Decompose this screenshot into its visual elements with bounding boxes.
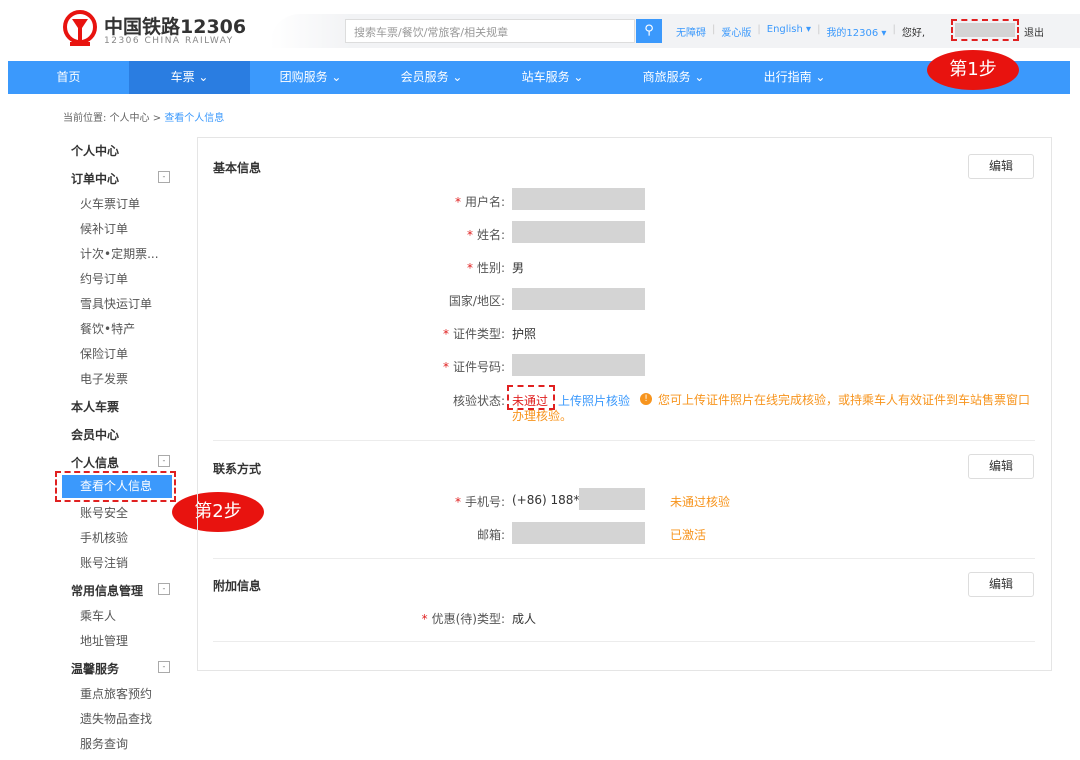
sidebar-item[interactable]: 服务查询 xyxy=(80,735,128,752)
sidebar-service[interactable]: 温馨服务 xyxy=(71,660,119,677)
edit-extra-button[interactable]: 编辑 xyxy=(968,572,1034,597)
verify-notice: 您可上传证件照片在线完成核验，或持乘车人有效证件到车站售票窗口办理核验。 xyxy=(512,393,1031,423)
discount-type-value: 成人 xyxy=(512,612,537,626)
sidebar-personal-info[interactable]: 个人信息 xyxy=(71,454,119,471)
id-type-label: * 证件类型: xyxy=(442,327,505,341)
breadcrumb-current: 查看个人信息 xyxy=(164,113,225,124)
search-button[interactable]: ⚲ xyxy=(636,19,662,43)
sidebar-member-center[interactable]: 会员中心 xyxy=(71,426,119,443)
redacted-username xyxy=(955,23,1015,37)
my-12306-link[interactable]: 我的12306 ▾ xyxy=(826,24,886,39)
username-label: * 用户名: xyxy=(454,195,505,209)
nav-business[interactable]: 商旅服务 ⌄ xyxy=(613,61,734,94)
sidebar-item[interactable]: 重点旅客预约 xyxy=(80,685,152,702)
collapse-icon[interactable]: - xyxy=(158,455,170,467)
nav-guide[interactable]: 出行指南 ⌄ xyxy=(734,61,855,94)
search-icon: ⚲ xyxy=(644,23,654,38)
sidebar-item[interactable]: 保险订单 xyxy=(80,345,128,362)
phone-redacted xyxy=(579,488,645,510)
search-input[interactable]: 搜索车票/餐饮/常旅客/相关规章 xyxy=(345,19,635,43)
discount-type-label: * 优惠(待)类型: xyxy=(421,612,505,626)
collapse-icon[interactable]: - xyxy=(158,171,170,183)
breadcrumb-prefix: 当前位置: xyxy=(63,113,107,124)
sidebar-item[interactable]: 约号订单 xyxy=(80,270,128,287)
country-value-redacted xyxy=(512,288,645,310)
collapse-icon[interactable]: - xyxy=(158,583,170,595)
sidebar-item[interactable]: 火车票订单 xyxy=(80,195,140,212)
breadcrumb: 当前位置: 个人中心 > 查看个人信息 xyxy=(63,109,224,124)
name-label: * 姓名: xyxy=(466,228,505,242)
edit-contact-button[interactable]: 编辑 xyxy=(968,454,1034,479)
id-number-redacted xyxy=(512,354,645,376)
nav-group[interactable]: 团购服务 ⌄ xyxy=(250,61,371,94)
greeting: 您好, xyxy=(901,28,926,39)
nav-tickets[interactable]: 车票 ⌄ xyxy=(129,61,250,94)
sidebar-personal-center[interactable]: 个人中心 xyxy=(71,142,119,159)
english-link[interactable]: English ▾ xyxy=(767,24,811,39)
email-redacted xyxy=(512,522,645,544)
email-status: 已激活 xyxy=(670,528,707,542)
sidebar-item[interactable]: 候补订单 xyxy=(80,220,128,237)
railway-logo-icon xyxy=(63,10,97,46)
section-contact-title: 联系方式 xyxy=(213,462,262,476)
sidebar-item[interactable]: 计次•定期票... xyxy=(80,245,159,262)
accessibility-link[interactable]: 无障碍 xyxy=(676,24,706,39)
verify-status-label: 核验状态: xyxy=(452,394,505,408)
phone-label: * 手机号: xyxy=(454,495,505,509)
sidebar-item[interactable]: 餐饮•特产 xyxy=(80,320,135,337)
phone-status: 未通过核验 xyxy=(670,495,731,509)
nav-home[interactable]: 首页 xyxy=(8,61,129,94)
collapse-icon[interactable]: - xyxy=(158,661,170,673)
id-number-label: * 证件号码: xyxy=(442,360,505,374)
gender-label: * 性别: xyxy=(466,261,505,275)
id-type-value: 护照 xyxy=(512,327,537,341)
sidebar-order-center[interactable]: 订单中心 xyxy=(71,170,119,187)
nav-member[interactable]: 会员服务 ⌄ xyxy=(371,61,492,94)
top-links: 无障碍 | 爱心版 | English ▾ | 我的12306 ▾ | 您好, xyxy=(676,24,926,39)
sidebar-item[interactable]: 电子发票 xyxy=(80,370,128,387)
sidebar-item[interactable]: 账号注销 xyxy=(80,554,128,571)
sidebar-item[interactable]: 手机核验 xyxy=(80,529,128,546)
username-value-redacted xyxy=(512,188,645,210)
sidebar-item[interactable]: 雪具快运订单 xyxy=(80,295,152,312)
logout-link[interactable]: 退出 xyxy=(1024,24,1044,39)
nav-station[interactable]: 站车服务 ⌄ xyxy=(492,61,613,94)
logo-title: 中国铁路12306 xyxy=(104,16,247,38)
step2-highlight xyxy=(55,471,176,502)
sidebar-my-tickets[interactable]: 本人车票 xyxy=(71,398,119,415)
username-link[interactable] xyxy=(951,19,1019,41)
logo-subtitle: 12306 CHINA RAILWAY xyxy=(104,36,234,46)
sidebar-common-info[interactable]: 常用信息管理 xyxy=(71,582,143,599)
sidebar-item[interactable]: 乘车人 xyxy=(80,607,116,624)
name-value-redacted xyxy=(512,221,645,243)
sidebar-item[interactable]: 账号安全 xyxy=(80,504,128,521)
step1-callout: 第1步 xyxy=(927,50,1019,90)
divider xyxy=(213,558,1035,559)
main-nav: 首页 车票 ⌄ 团购服务 ⌄ 会员服务 ⌄ 站车服务 ⌄ 商旅服务 ⌄ 出行指南… xyxy=(8,61,1070,94)
email-label: 邮箱: xyxy=(476,528,505,542)
breadcrumb-parent[interactable]: 个人中心 > xyxy=(110,113,162,124)
section-extra-title: 附加信息 xyxy=(213,579,262,593)
country-label: 国家/地区: xyxy=(448,294,505,308)
sidebar-item[interactable]: 遗失物品查找 xyxy=(80,710,152,727)
divider xyxy=(213,641,1035,642)
section-basic-title: 基本信息 xyxy=(213,161,262,175)
care-version-link[interactable]: 爱心版 xyxy=(721,24,751,39)
gender-value: 男 xyxy=(512,261,525,275)
divider xyxy=(213,440,1035,441)
edit-basic-button[interactable]: 编辑 xyxy=(968,154,1034,179)
sidebar-item[interactable]: 地址管理 xyxy=(80,632,128,649)
